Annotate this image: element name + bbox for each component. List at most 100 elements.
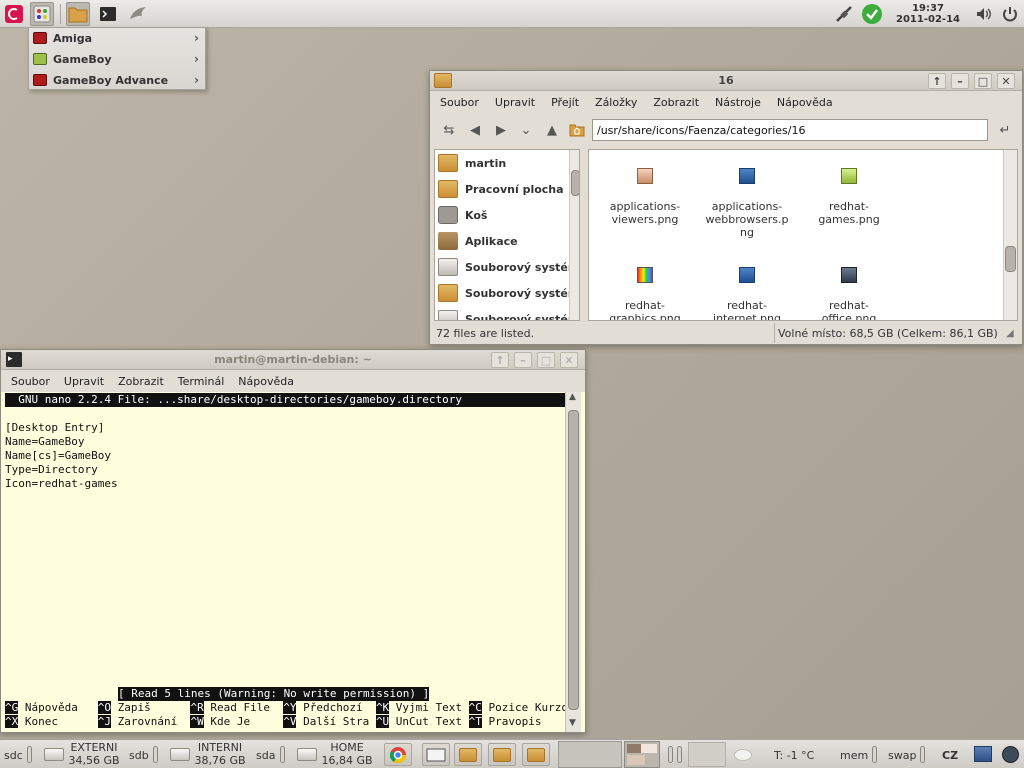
folder-task-icon[interactable] — [488, 743, 516, 766]
usage-slider[interactable] — [280, 746, 285, 763]
file-count-status: 72 files are listed. — [436, 326, 535, 340]
menu-item-gameboy[interactable]: GameBoy › — [29, 49, 205, 70]
system-monitor-graph[interactable] — [688, 742, 726, 767]
history-dropdown-icon[interactable]: ⌄ — [515, 119, 537, 141]
sidebar-item-filesystem[interactable]: Souborový systém — [435, 306, 580, 321]
minimize-button[interactable]: – — [951, 73, 969, 89]
browser-launcher-icon[interactable] — [126, 2, 150, 26]
menu-upravit[interactable]: Upravit — [493, 96, 537, 109]
office-icon — [841, 267, 857, 283]
up-arrow-icon[interactable]: ▲ — [541, 119, 563, 141]
file-manager-titlebar[interactable]: 16 ↑ – □ ✕ — [430, 71, 1022, 91]
scroll-up-icon[interactable]: ▲ — [569, 392, 576, 402]
swap-meter[interactable] — [920, 746, 925, 763]
minimize-button[interactable]: – — [514, 352, 532, 368]
temperature: T: -1 °C — [774, 749, 815, 762]
close-button[interactable]: ✕ — [997, 73, 1015, 89]
usage-slider[interactable] — [27, 746, 32, 763]
menu-zalozky[interactable]: Záložky — [593, 96, 639, 109]
sidebar-scrollbar[interactable] — [569, 150, 579, 320]
menu-nastroje[interactable]: Nástroje — [713, 96, 763, 109]
terminal-menubar: Soubor Upravit Zobrazit Terminál Nápověd… — [1, 370, 585, 392]
file-view-scrollbar[interactable] — [1003, 150, 1017, 320]
file-name: graphics.png — [609, 312, 681, 321]
workspace-thumbnail[interactable] — [624, 741, 660, 768]
clock[interactable]: 19:37 2011-02-14 — [896, 3, 960, 25]
keyboard-layout[interactable]: CZ — [942, 749, 958, 762]
drive-icon[interactable] — [170, 748, 190, 761]
menu-item-gameboy-advance[interactable]: GameBoy Advance › — [29, 70, 205, 91]
folder-task-icon[interactable] — [454, 743, 482, 766]
sidebar-item-desktop[interactable]: Pracovní plocha — [435, 176, 579, 202]
terminal-scrollbar[interactable]: ▲ ▼ — [565, 392, 581, 732]
menu-zobrazit[interactable]: Zobrazit — [116, 375, 166, 388]
drive-icon[interactable] — [44, 748, 64, 761]
drive-icon[interactable] — [297, 748, 317, 761]
sidebar-item-label: Souborový systém — [465, 312, 580, 321]
show-desktop-icon[interactable] — [974, 746, 992, 762]
panel-handle[interactable] — [677, 746, 682, 763]
scroll-down-icon[interactable]: ▼ — [569, 718, 576, 728]
file-name: internet.png — [713, 312, 781, 321]
scrollbar-thumb[interactable] — [1005, 246, 1016, 272]
menu-zobrazit[interactable]: Zobrazit — [651, 96, 701, 109]
file-name: webbrowsers.p — [705, 213, 789, 226]
gameboy-advance-icon — [33, 74, 47, 86]
window-up-button[interactable]: ↑ — [928, 73, 946, 89]
close-button[interactable]: ✕ — [560, 352, 578, 368]
session-icon[interactable] — [1002, 746, 1019, 763]
file-item[interactable]: redhat- internet.png — [695, 267, 799, 321]
terminal-text-area[interactable]: GNU nano 2.2.4 File: ...share/desktop-di… — [1, 392, 585, 732]
forward-arrow-icon[interactable]: ▶ — [490, 119, 512, 141]
usage-slider[interactable] — [153, 746, 158, 763]
menu-terminal[interactable]: Terminál — [176, 375, 227, 388]
panel-handle[interactable] — [668, 746, 673, 763]
workspace-pager[interactable] — [558, 741, 622, 768]
scrollbar-thumb[interactable] — [571, 170, 579, 196]
update-ok-icon[interactable] — [860, 2, 884, 26]
file-item[interactable]: redhat- office.png — [797, 267, 901, 320]
menu-upravit[interactable]: Upravit — [62, 375, 106, 388]
terminal-launcher-icon[interactable] — [96, 2, 120, 26]
sidebar-item-applications[interactable]: Aplikace — [435, 228, 579, 254]
file-name: viewers.png — [611, 213, 679, 226]
folder-task-icon[interactable] — [522, 743, 550, 766]
terminal-titlebar[interactable]: ▸ martin@martin-debian: ~ ↑ – □ ✕ — [1, 350, 585, 370]
debian-menu-icon[interactable] — [2, 2, 26, 26]
location-bar[interactable] — [592, 119, 988, 141]
file-item[interactable]: redhat- games.png — [797, 168, 901, 226]
resize-grip-icon[interactable]: ◢ — [1006, 328, 1014, 339]
file-line: [Desktop Entry] — [5, 421, 105, 434]
menu-napoveda[interactable]: Nápověda — [236, 375, 296, 388]
file-item[interactable]: applications- viewers.png — [593, 168, 697, 226]
sidebar-item-trash[interactable]: Koš — [435, 202, 579, 228]
sidebar-item-filesystem[interactable]: Souborový systém — [435, 280, 579, 306]
shutdown-icon[interactable] — [998, 2, 1022, 26]
chrome-task-icon[interactable] — [384, 743, 412, 766]
memory-meter[interactable] — [872, 746, 877, 763]
network-connection-icon[interactable] — [832, 2, 856, 26]
file-item[interactable]: redhat- graphics.png — [593, 267, 697, 321]
volume-icon[interactable] — [972, 2, 996, 26]
applications-menu-icon[interactable] — [30, 2, 54, 26]
menu-prejit[interactable]: Přejít — [549, 96, 581, 109]
menu-soubor[interactable]: Soubor — [438, 96, 481, 109]
folder-launcher-icon[interactable] — [66, 2, 90, 26]
window-up-button[interactable]: ↑ — [491, 352, 509, 368]
back-arrow-icon[interactable]: ◀ — [464, 119, 486, 141]
network-places-icon[interactable]: ⇆ — [438, 119, 460, 141]
menu-item-amiga[interactable]: Amiga › — [29, 28, 205, 49]
sidebar-item-filesystem[interactable]: Souborový systém — [435, 254, 579, 280]
go-icon[interactable]: ↵ — [994, 119, 1016, 141]
menu-napoveda[interactable]: Nápověda — [775, 96, 835, 109]
scrollbar-thumb[interactable] — [568, 410, 579, 710]
maximize-button[interactable]: □ — [974, 73, 992, 89]
weather-cloud-icon[interactable] — [734, 749, 752, 761]
menu-soubor[interactable]: Soubor — [9, 375, 52, 388]
window-task-icon[interactable] — [422, 743, 450, 766]
home-folder-icon[interactable] — [566, 119, 588, 141]
file-line: Type=Directory — [5, 463, 98, 476]
sidebar-item-home[interactable]: martin — [435, 150, 579, 176]
maximize-button[interactable]: □ — [537, 352, 555, 368]
file-item[interactable]: applications- webbrowsers.p ng — [695, 168, 799, 239]
